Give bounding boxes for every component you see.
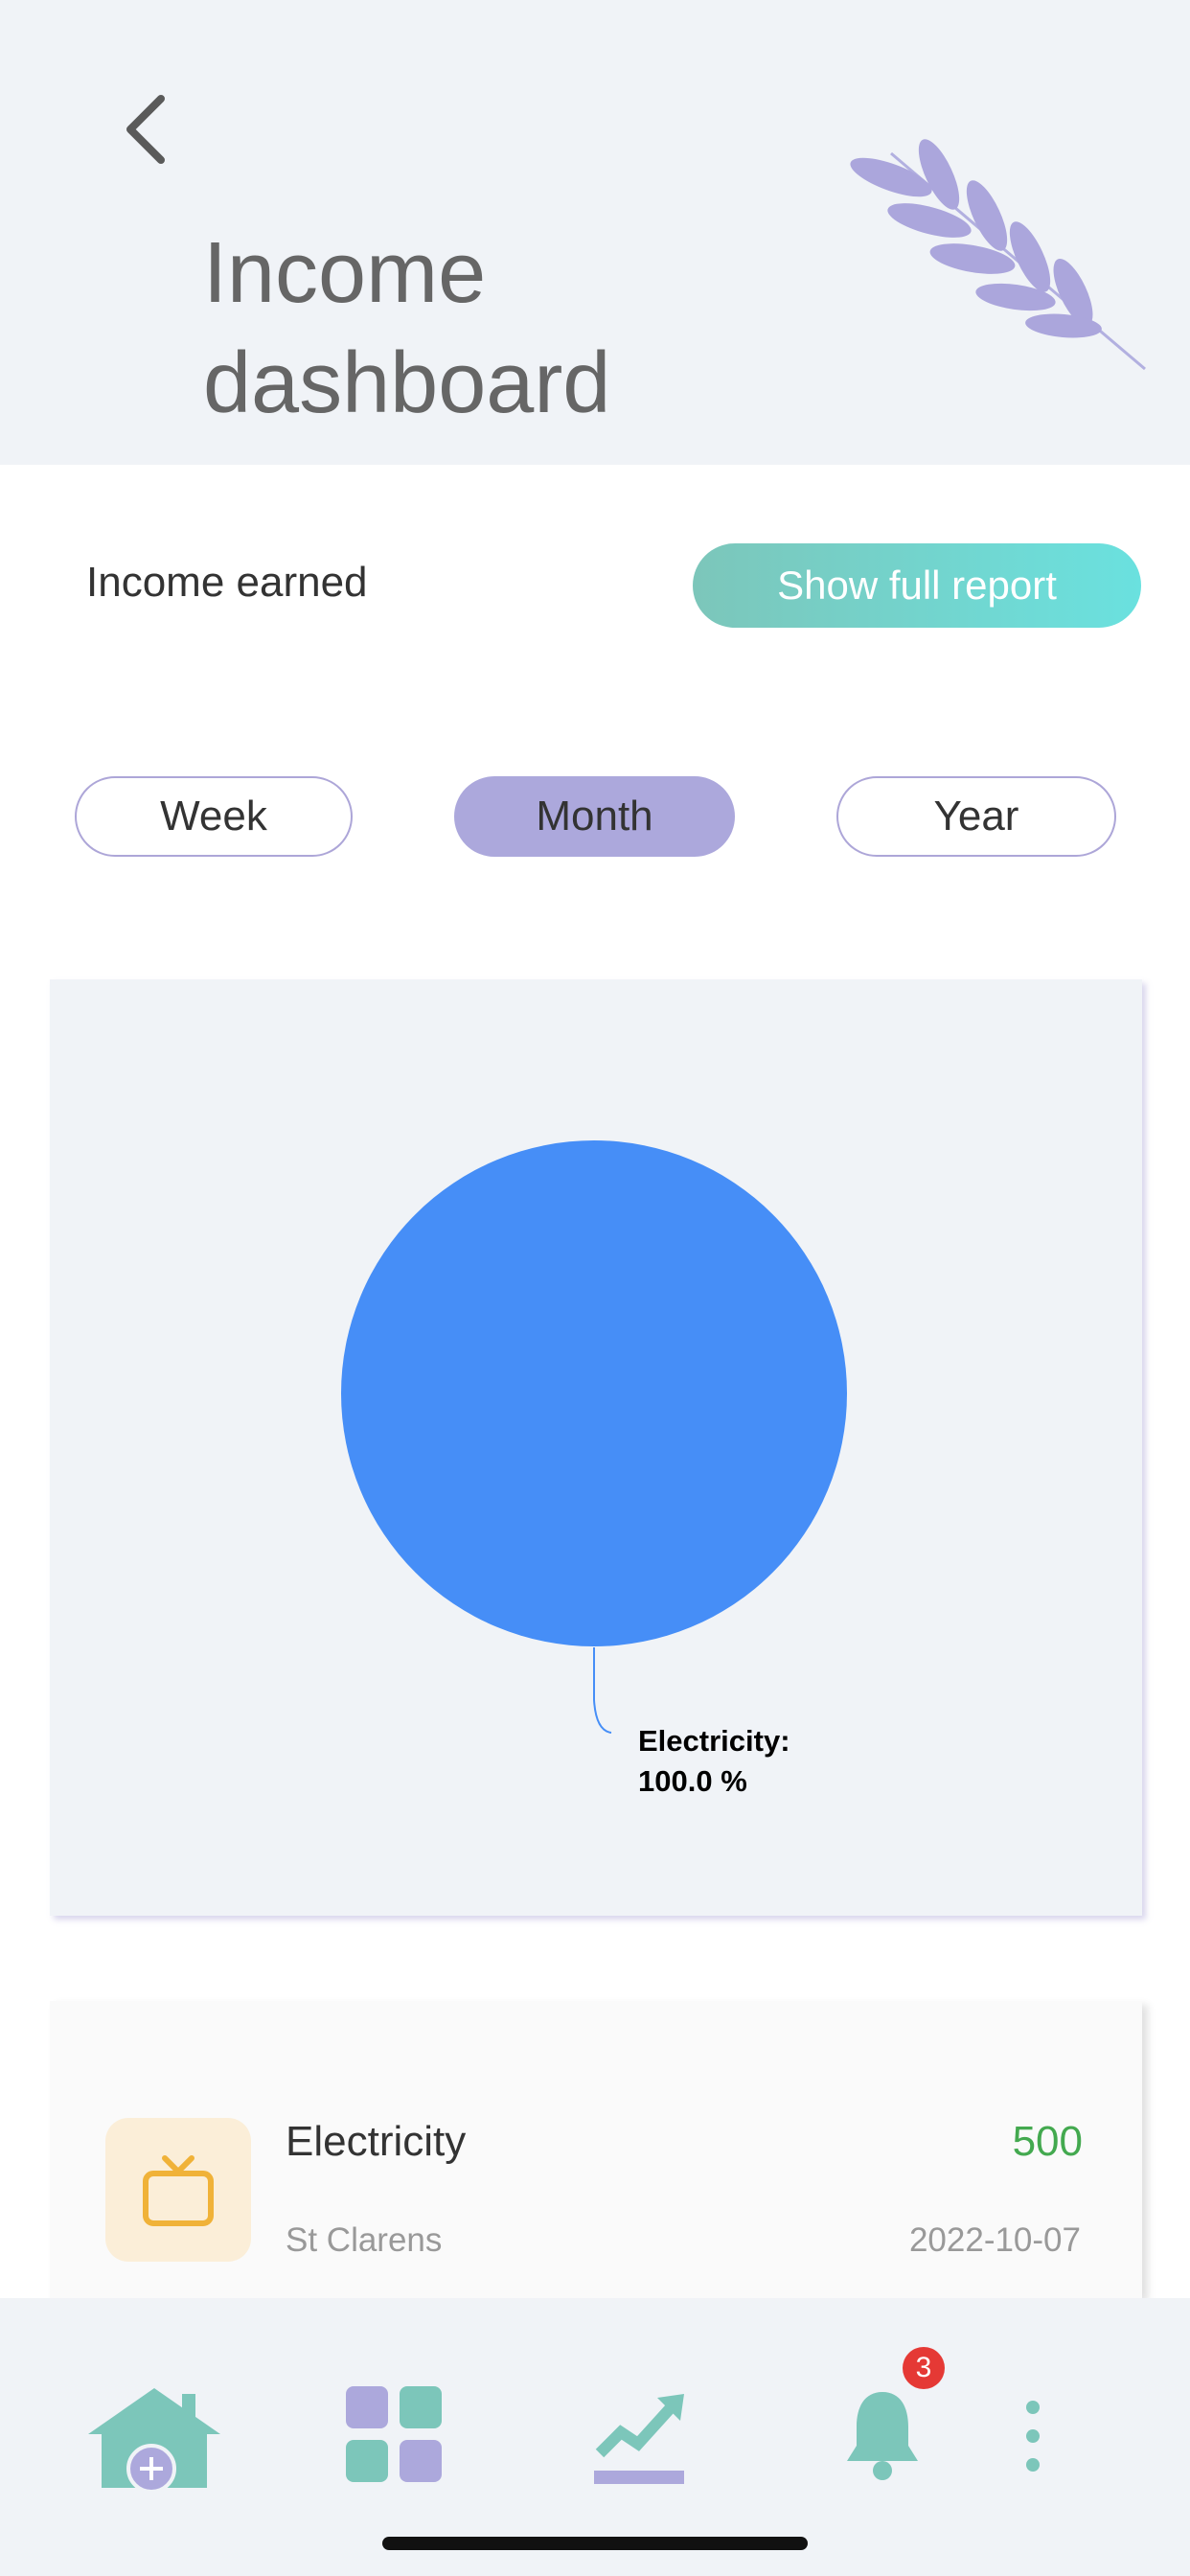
transaction-amount: 500 (1012, 2118, 1083, 2165)
transaction-date: 2022-10-07 (908, 2221, 1081, 2259)
home-indicator (382, 2537, 808, 2550)
pie-label-leader-line (593, 1647, 612, 1734)
page-title-line2: dashboard (203, 335, 611, 431)
tab-year[interactable]: Year (836, 776, 1116, 857)
page-title: Income dashboard (203, 218, 874, 439)
pie-chart-card: Electricity: 100.0 % (50, 979, 1142, 1916)
pie-chart: Electricity: 100.0 % (341, 1140, 847, 1798)
tab-month[interactable]: Month (454, 776, 735, 857)
show-full-report-button[interactable]: Show full report (693, 543, 1141, 628)
page-title-line1: Income (203, 225, 487, 321)
back-arrow-icon[interactable] (113, 91, 180, 168)
pie-slice-electricity (341, 1140, 847, 1646)
pie-label-name: Electricity: (638, 1724, 790, 1758)
tv-icon (143, 2155, 214, 2226)
transaction-card[interactable]: Electricity 500 St Clarens 2022-10-07 (50, 2001, 1142, 2298)
income-earned-label: Income earned (86, 559, 368, 606)
more-icon[interactable] (1021, 2396, 1044, 2476)
leaf-decoration-icon (850, 139, 1146, 371)
bell-icon[interactable] (843, 2386, 922, 2482)
chart-icon[interactable] (594, 2390, 686, 2486)
transaction-location: St Clarens (286, 2221, 443, 2259)
notification-badge: 3 (903, 2347, 945, 2389)
header: Income dashboard (0, 0, 1190, 465)
home-icon[interactable] (84, 2384, 224, 2492)
transaction-icon-box (105, 2118, 251, 2262)
pie-label-percent: 100.0 % (638, 1764, 747, 1798)
transaction-title: Electricity (286, 2118, 467, 2165)
tab-week[interactable]: Week (75, 776, 353, 857)
grid-icon[interactable] (346, 2386, 444, 2484)
